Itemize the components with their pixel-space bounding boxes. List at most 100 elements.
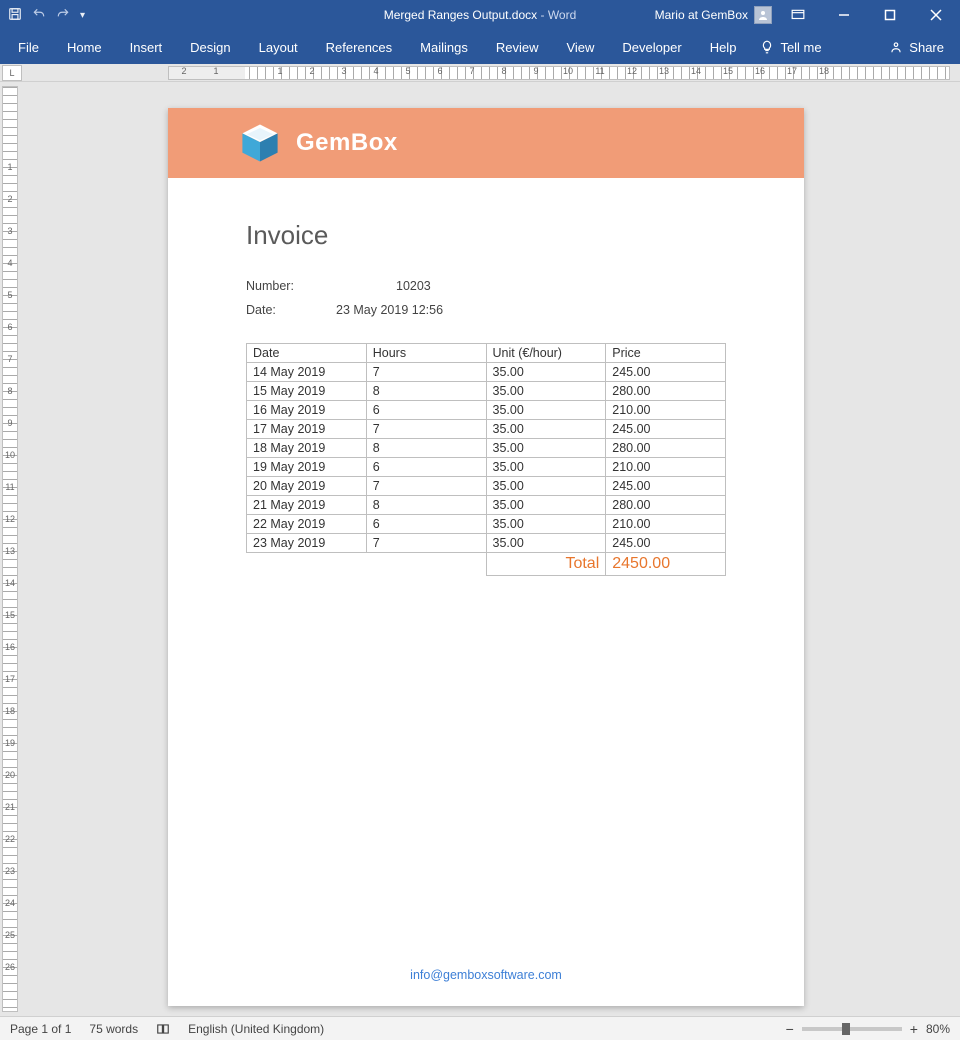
ruler-tick: 4 — [360, 66, 392, 76]
tab-design[interactable]: Design — [176, 30, 244, 64]
title-sep: - — [537, 8, 548, 22]
date-label: Date: — [246, 303, 336, 317]
tab-help[interactable]: Help — [696, 30, 751, 64]
table-cell: 22 May 2019 — [247, 515, 367, 534]
doc-footer: info@gemboxsoftware.com — [168, 966, 804, 984]
tab-mailings[interactable]: Mailings — [406, 30, 482, 64]
brand-name: GemBox — [296, 129, 398, 157]
zoom-control: − + 80% — [786, 1022, 950, 1036]
tab-view[interactable]: View — [552, 30, 608, 64]
zoom-slider[interactable] — [802, 1027, 902, 1031]
ruler-tick: 16 — [744, 66, 776, 76]
tab-home[interactable]: Home — [53, 30, 116, 64]
ruler-tick: 4 — [3, 247, 17, 279]
table-cell: 35.00 — [486, 477, 606, 496]
table-cell: 15 May 2019 — [247, 382, 367, 401]
table-row: 23 May 2019735.00245.00 — [247, 534, 726, 553]
table-cell: 8 — [366, 439, 486, 458]
number-label: Number: — [246, 279, 336, 293]
ruler-tick: 12 — [616, 66, 648, 76]
tab-file[interactable]: File — [4, 30, 53, 64]
table-row: 14 May 2019735.00245.00 — [247, 363, 726, 382]
table-cell: 35.00 — [486, 534, 606, 553]
ribbon-display-options-icon[interactable] — [778, 0, 818, 30]
table-cell: 210.00 — [606, 401, 726, 420]
ruler-tick: 13 — [3, 535, 17, 567]
minimize-icon[interactable] — [824, 0, 864, 30]
word-count[interactable]: 75 words — [89, 1022, 138, 1036]
col-price: Price — [606, 344, 726, 363]
zoom-level[interactable]: 80% — [926, 1022, 950, 1036]
ruler-tick: 7 — [456, 66, 488, 76]
ruler-tick: 12 — [3, 503, 17, 535]
number-value: 10203 — [396, 279, 431, 293]
page[interactable]: GemBox Invoice Number: 10203 Date: 23 Ma… — [168, 108, 804, 1006]
col-date: Date — [247, 344, 367, 363]
share-icon — [889, 40, 903, 54]
table-cell: 280.00 — [606, 382, 726, 401]
ruler-tick: 18 — [808, 66, 840, 76]
ruler-tick — [3, 87, 17, 119]
tab-developer[interactable]: Developer — [608, 30, 695, 64]
table-cell: 35.00 — [486, 382, 606, 401]
invoice-title: Invoice — [246, 220, 726, 251]
table-row: 17 May 2019735.00245.00 — [247, 420, 726, 439]
ruler-tick: 10 — [3, 439, 17, 471]
ruler-tick: 3 — [328, 66, 360, 76]
tell-me-search[interactable]: Tell me — [750, 30, 831, 64]
document-title: Merged Ranges Output.docx — [384, 8, 537, 22]
table-cell: 6 — [366, 515, 486, 534]
ruler-tick: 14 — [680, 66, 712, 76]
tab-layout[interactable]: Layout — [245, 30, 312, 64]
lightbulb-icon — [760, 40, 774, 54]
language-indicator[interactable]: English (United Kingdom) — [188, 1022, 324, 1036]
table-cell: 21 May 2019 — [247, 496, 367, 515]
ruler-tick: 9 — [3, 407, 17, 439]
tab-references[interactable]: References — [312, 30, 406, 64]
document-area[interactable]: 1234567891011121314151617181920212223242… — [0, 82, 960, 1016]
table-cell: 280.00 — [606, 496, 726, 515]
ruler-tick: 6 — [424, 66, 456, 76]
doc-body[interactable]: Invoice Number: 10203 Date: 23 May 2019 … — [168, 178, 804, 596]
page-indicator[interactable]: Page 1 of 1 — [10, 1022, 71, 1036]
ruler-tick: 3 — [3, 215, 17, 247]
maximize-icon[interactable] — [870, 0, 910, 30]
ribbon-tabs: File Home Insert Design Layout Reference… — [0, 30, 960, 64]
save-icon[interactable] — [8, 7, 22, 24]
table-cell: 280.00 — [606, 439, 726, 458]
ruler-tick: 23 — [3, 855, 17, 887]
zoom-in-button[interactable]: + — [910, 1022, 918, 1036]
table-cell: 8 — [366, 382, 486, 401]
share-button[interactable]: Share — [877, 30, 956, 64]
ruler-tick: 2 — [168, 66, 200, 76]
tab-insert[interactable]: Insert — [116, 30, 177, 64]
ruler-tick: 11 — [3, 471, 17, 503]
title-bar: ▾ Merged Ranges Output.docx - Word Mario… — [0, 0, 960, 30]
zoom-out-button[interactable]: − — [786, 1022, 794, 1036]
ruler-tick — [232, 66, 264, 76]
ruler-tick: 22 — [3, 823, 17, 855]
table-row: 15 May 2019835.00280.00 — [247, 382, 726, 401]
tab-review[interactable]: Review — [482, 30, 553, 64]
qat-customize-icon[interactable]: ▾ — [80, 10, 85, 21]
horizontal-ruler[interactable]: L 21123456789101112131415161718 — [0, 64, 960, 82]
ruler-tick: 20 — [3, 759, 17, 791]
tab-selector[interactable]: L — [2, 65, 22, 81]
table-cell: 245.00 — [606, 477, 726, 496]
col-hours: Hours — [366, 344, 486, 363]
ruler-tick: 9 — [520, 66, 552, 76]
spellcheck-icon[interactable] — [156, 1021, 170, 1036]
redo-icon[interactable] — [56, 7, 70, 24]
table-row: 21 May 2019835.00280.00 — [247, 496, 726, 515]
tell-me-label: Tell me — [780, 40, 821, 55]
footer-email-link[interactable]: info@gemboxsoftware.com — [410, 968, 562, 982]
close-icon[interactable] — [916, 0, 956, 30]
table-cell: 35.00 — [486, 515, 606, 534]
user-avatar-icon[interactable] — [754, 6, 772, 24]
undo-icon[interactable] — [32, 7, 46, 24]
ruler-tick: 18 — [3, 695, 17, 727]
ruler-tick: 2 — [296, 66, 328, 76]
vertical-ruler[interactable]: 1234567891011121314151617181920212223242… — [2, 86, 18, 1012]
doc-header: GemBox — [168, 108, 804, 178]
user-name[interactable]: Mario at GemBox — [655, 8, 748, 22]
